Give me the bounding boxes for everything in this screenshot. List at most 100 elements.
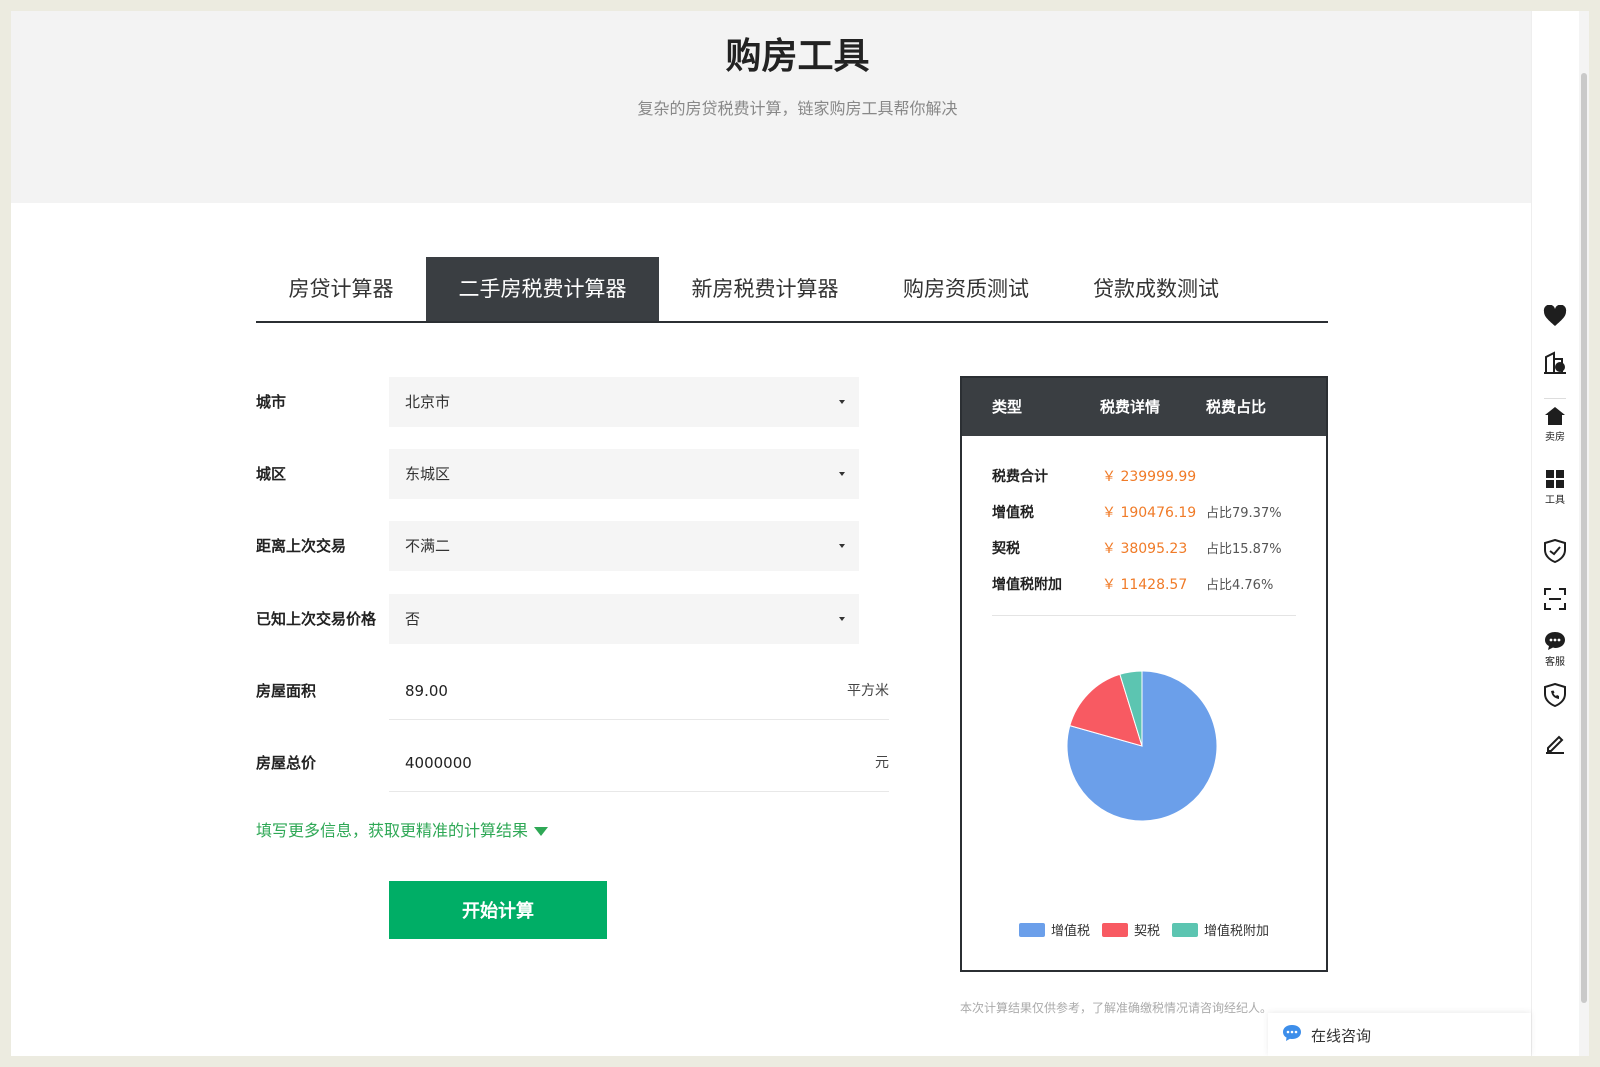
phone-button[interactable] bbox=[1532, 683, 1578, 707]
sell-house-button[interactable]: 卖房 bbox=[1532, 406, 1578, 443]
last-trade-label: 距离上次交易 bbox=[256, 537, 347, 555]
chevron-down-icon bbox=[839, 472, 845, 476]
security-button[interactable] bbox=[1532, 539, 1578, 563]
scan-icon bbox=[1544, 588, 1566, 610]
scan-button[interactable] bbox=[1532, 588, 1578, 610]
scrollbar-thumb[interactable] bbox=[1581, 73, 1587, 1003]
right-toolbar: 卖房 工具 客服 bbox=[1531, 11, 1577, 1056]
known-price-label: 已知上次交易价格 bbox=[256, 610, 377, 628]
start-calculate-button[interactable]: 开始计算 bbox=[389, 881, 607, 939]
sidebar-item-label: 客服 bbox=[1545, 657, 1565, 668]
more-info-text: 填写更多信息，获取更精准的计算结果 bbox=[256, 821, 529, 840]
known-price-value: 否 bbox=[405, 610, 421, 628]
city-row: 城市 北京市 bbox=[256, 377, 896, 427]
triangle-down-icon bbox=[534, 827, 549, 836]
result-type: 增值税附加 bbox=[992, 577, 1062, 593]
area-row: 房屋面积 平方米 bbox=[256, 666, 896, 720]
last-trade-value: 不满二 bbox=[405, 537, 451, 555]
result-ratio: 占比15.87% bbox=[1206, 542, 1282, 557]
legend-label: 契税 bbox=[1133, 924, 1160, 939]
total-price-label: 房屋总价 bbox=[256, 754, 317, 772]
result-amount: ￥ 239999.99 bbox=[1102, 469, 1197, 485]
result-divider bbox=[992, 615, 1296, 616]
result-panel: 类型 税费详情 税费占比 税费合计 ￥ 239999.99 增值税 ￥ 1904… bbox=[960, 376, 1328, 972]
hero-banner: 购房工具 复杂的房贷税费计算，链家购房工具帮你解决 bbox=[11, 11, 1531, 203]
tools-button[interactable]: 工具 bbox=[1532, 469, 1578, 506]
known-price-row: 已知上次交易价格 否 bbox=[256, 594, 896, 644]
area-label: 房屋面积 bbox=[256, 682, 317, 700]
compare-icon bbox=[1544, 351, 1566, 374]
result-row-total: 税费合计 ￥ 239999.99 bbox=[992, 466, 1312, 490]
result-ratio: 占比79.37% bbox=[1206, 506, 1282, 521]
result-type: 增值税 bbox=[992, 505, 1034, 521]
header-ratio: 税费占比 bbox=[1206, 398, 1267, 416]
district-select[interactable]: 东城区 bbox=[389, 449, 859, 499]
chevron-down-icon bbox=[839, 544, 845, 548]
city-value: 北京市 bbox=[405, 393, 451, 411]
tab-mortgage-calculator[interactable]: 房贷计算器 bbox=[256, 257, 426, 321]
toolbar-divider bbox=[1544, 398, 1566, 399]
result-row-vat-surcharge: 增值税附加 ￥ 11428.57 占比4.76% bbox=[992, 574, 1312, 598]
city-select[interactable]: 北京市 bbox=[389, 377, 859, 427]
legend-label: 增值税附加 bbox=[1204, 924, 1270, 939]
district-row: 城区 东城区 bbox=[256, 449, 896, 499]
chat-icon bbox=[1283, 1025, 1301, 1041]
chat-bubble-icon bbox=[1545, 632, 1565, 650]
legend-swatch bbox=[1018, 922, 1045, 937]
tax-pie-chart bbox=[1066, 670, 1218, 822]
city-label: 城市 bbox=[256, 393, 287, 411]
chevron-down-icon bbox=[839, 617, 845, 621]
legend-item-vat: 增值税 bbox=[1018, 920, 1090, 939]
result-amount: ￥ 11428.57 bbox=[1102, 577, 1188, 593]
online-consult-label: 在线咨询 bbox=[1311, 1027, 1372, 1045]
legend-swatch bbox=[1101, 922, 1128, 937]
home-icon bbox=[1545, 407, 1565, 425]
page-subtitle: 复杂的房贷税费计算，链家购房工具帮你解决 bbox=[637, 99, 958, 118]
phone-icon bbox=[1544, 683, 1566, 707]
tab-new-house-tax-calculator[interactable]: 新房税费计算器 bbox=[659, 257, 871, 321]
result-row-deed-tax: 契税 ￥ 38095.23 占比15.87% bbox=[992, 538, 1312, 562]
legend-label: 增值税 bbox=[1050, 924, 1090, 939]
heart-icon bbox=[1543, 305, 1567, 326]
vertical-scrollbar[interactable] bbox=[1579, 11, 1589, 1056]
result-row-vat: 增值税 ￥ 190476.19 占比79.37% bbox=[992, 502, 1312, 526]
area-unit: 平方米 bbox=[847, 683, 889, 699]
page-title: 购房工具 bbox=[725, 36, 870, 77]
total-price-row: 房屋总价 元 bbox=[256, 738, 896, 792]
browser-window: 购房工具 复杂的房贷税费计算，链家购房工具帮你解决 房贷计算器 二手房税费计算器… bbox=[11, 11, 1589, 1056]
edit-icon bbox=[1546, 735, 1564, 754]
known-price-select[interactable]: 否 bbox=[389, 594, 859, 644]
favorites-button[interactable] bbox=[1532, 305, 1578, 327]
feedback-button[interactable] bbox=[1532, 732, 1578, 754]
shield-icon bbox=[1544, 539, 1566, 563]
total-price-field: 元 bbox=[389, 738, 889, 792]
last-trade-select[interactable]: 不满二 bbox=[389, 521, 859, 571]
result-type: 税费合计 bbox=[992, 469, 1048, 485]
result-type: 契税 bbox=[992, 541, 1020, 557]
result-ratio: 占比4.76% bbox=[1206, 578, 1274, 593]
total-price-input[interactable] bbox=[389, 738, 789, 788]
sidebar-item-label: 工具 bbox=[1545, 495, 1565, 506]
header-type: 类型 bbox=[992, 398, 1023, 416]
sidebar-item-label: 卖房 bbox=[1545, 432, 1565, 443]
pie-legend: 增值税 契税 增值税附加 bbox=[962, 920, 1326, 939]
online-consult-button[interactable]: 在线咨询 bbox=[1268, 1013, 1531, 1056]
more-info-link[interactable]: 填写更多信息，获取更精准的计算结果 bbox=[256, 817, 549, 841]
area-input[interactable] bbox=[389, 666, 789, 716]
area-field: 平方米 bbox=[389, 666, 889, 720]
chevron-down-icon bbox=[839, 400, 845, 404]
last-trade-row: 距离上次交易 不满二 bbox=[256, 521, 896, 571]
disclaimer-text: 本次计算结果仅供参考，了解准确缴税情况请咨询经纪人。 bbox=[960, 1001, 1273, 1015]
result-table-header: 类型 税费详情 税费占比 bbox=[962, 378, 1326, 436]
total-price-unit: 元 bbox=[875, 755, 889, 771]
district-value: 东城区 bbox=[405, 465, 451, 483]
tab-loan-ratio-test[interactable]: 贷款成数测试 bbox=[1061, 257, 1251, 321]
tab-purchase-eligibility-test[interactable]: 购房资质测试 bbox=[871, 257, 1061, 321]
result-amount: ￥ 190476.19 bbox=[1102, 505, 1197, 521]
legend-swatch bbox=[1172, 922, 1198, 937]
tab-resale-tax-calculator[interactable]: 二手房税费计算器 bbox=[426, 257, 659, 321]
customer-service-button[interactable]: 客服 bbox=[1532, 631, 1578, 668]
tool-tabs: 房贷计算器 二手房税费计算器 新房税费计算器 购房资质测试 贷款成数测试 bbox=[256, 257, 1328, 323]
compare-button[interactable] bbox=[1532, 351, 1578, 375]
result-amount: ￥ 38095.23 bbox=[1102, 541, 1188, 557]
